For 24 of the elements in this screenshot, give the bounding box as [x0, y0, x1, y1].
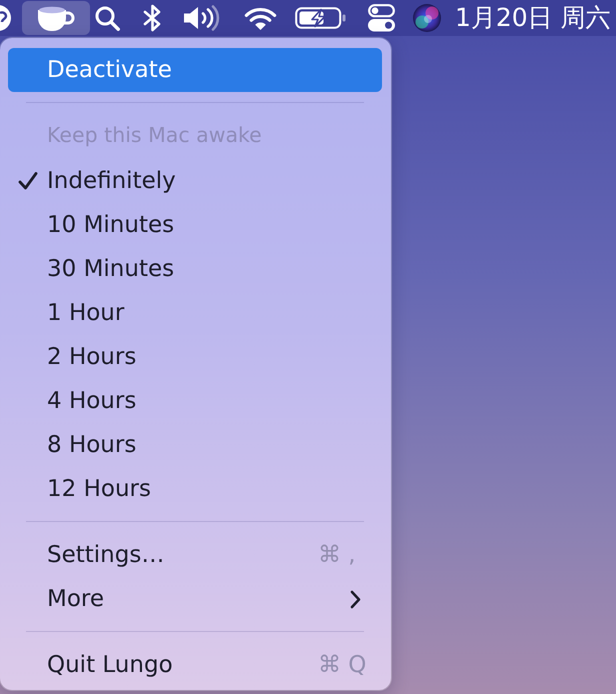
menu-item[interactable]: 1 Hour [8, 291, 382, 335]
menu-item[interactable]: 8 Hours [8, 423, 382, 467]
menu-item[interactable]: 10 Minutes [8, 203, 382, 247]
menu-item[interactable]: 12 Hours [8, 467, 382, 511]
battery-icon[interactable] [295, 7, 347, 29]
menu-item[interactable]: Settings… ⌘ , [8, 533, 382, 577]
menu-item[interactable]: Deactivate [8, 48, 382, 92]
keyboard-shortcut: ⌘ , [318, 542, 356, 568]
menu-item[interactable]: Indefinitely [8, 159, 382, 203]
orb-icon[interactable] [413, 4, 441, 32]
menu-item[interactable]: 4 Hours [8, 379, 382, 423]
chevron-right-icon [350, 590, 361, 608]
keyboard-shortcut: ⌘ Q [318, 652, 366, 678]
clock-text[interactable]: 1月20日 周六 [455, 3, 611, 33]
speaker-icon[interactable] [183, 5, 222, 31]
toggles-icon[interactable] [368, 4, 395, 32]
menu-item[interactable]: More [8, 577, 382, 621]
menu-item[interactable]: 2 Hours [8, 335, 382, 379]
menu-item[interactable]: 30 Minutes [8, 247, 382, 291]
menu-bar-button[interactable] [22, 1, 90, 35]
wifi-icon[interactable] [243, 6, 278, 30]
search-icon[interactable] [95, 6, 120, 30]
menu-item[interactable]: Quit Lungo ⌘ Q [8, 643, 382, 687]
bluetooth-icon[interactable] [143, 4, 162, 32]
